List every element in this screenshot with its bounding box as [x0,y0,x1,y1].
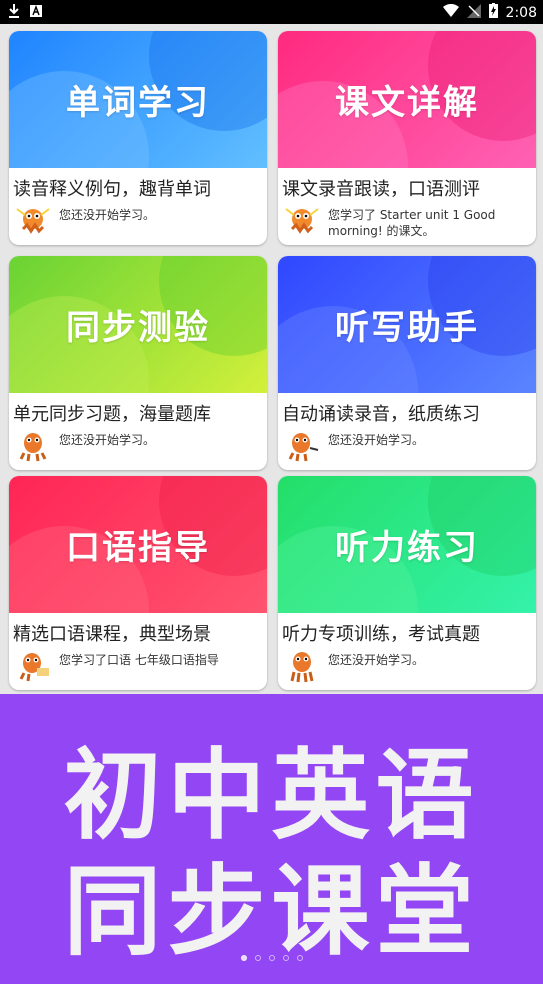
page-dot[interactable] [254,955,261,961]
card-status: 您还没开始学习。 [328,653,425,667]
card-text-explanation[interactable]: 课文详解 课文录音跟读，口语测评 您学习了 Starter unit 1 Goo… [278,31,536,245]
mascot-icon [15,428,51,464]
card-title: 单词学习 [66,83,210,123]
card-speaking-guide[interactable]: 口语指导 精选口语课程，典型场景 您学习了口语 七年级口语指导 [9,476,267,690]
card-status: 您学习了口语 七年级口语指导 [59,653,219,667]
a-icon [30,5,42,21]
promo-title-line2: 同步课堂 [63,855,480,969]
mascot-icon [15,648,51,684]
battery-charging-icon [488,3,498,22]
card-description: 精选口语课程，典型场景 [13,624,211,645]
card-sync-quiz[interactable]: 同步测验 单元同步习题，海量题库 您还没开始学习。 [9,256,267,470]
card-status: 您还没开始学习。 [328,433,425,447]
page-dot[interactable] [282,955,289,961]
card-description: 读音释义例句，趣背单词 [13,179,211,200]
card-vocabulary[interactable]: 单词学习 读音释义例句，趣背单词 您还没开始学习。 [9,31,267,245]
mascot-icon [15,203,51,239]
mascot-icon [284,428,320,464]
status-bar: 2:08 [0,0,543,24]
card-description: 单元同步习题，海量题库 [13,404,211,425]
card-title: 听写助手 [335,308,479,348]
page-dot[interactable] [268,955,275,961]
download-icon [8,4,20,22]
card-description: 自动诵读录音，纸质练习 [282,404,480,425]
card-title: 同步测验 [66,308,210,348]
card-title: 课文详解 [335,83,479,123]
card-description: 课文录音跟读，口语测评 [282,179,480,200]
card-status: 您还没开始学习。 [59,208,156,222]
card-title: 口语指导 [66,528,210,568]
mascot-icon [284,203,320,239]
page-dot[interactable] [296,955,303,961]
no-signal-icon [466,3,481,22]
pagination-dots [0,955,543,961]
wifi-icon [442,3,459,21]
card-status: 您学习了 Starter unit 1 Good morning! 的课文。 [328,208,496,238]
promo-banner[interactable]: 初中英语 同步课堂 [0,694,543,984]
card-title: 听力练习 [335,528,479,568]
card-status: 您还没开始学习。 [59,433,156,447]
status-time: 2:08 [505,4,537,21]
card-listening-practice[interactable]: 听力练习 听力专项训练，考试真题 您还没开始学习。 [278,476,536,690]
page-dot[interactable] [240,955,247,961]
mascot-icon [284,648,320,684]
card-dictation-helper[interactable]: 听写助手 自动诵读录音，纸质练习 您还没开始学习。 [278,256,536,470]
card-description: 听力专项训练，考试真题 [282,624,480,645]
